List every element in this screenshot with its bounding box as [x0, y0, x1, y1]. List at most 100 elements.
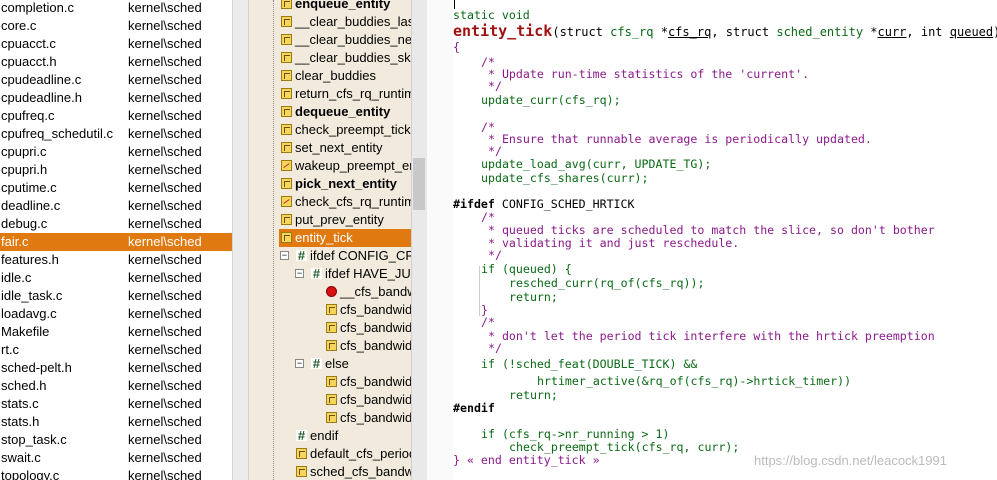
- symbol-item[interactable]: wakeup_preempt_entity: [279, 157, 412, 175]
- symbol-item[interactable]: dequeue_entity: [279, 103, 412, 121]
- file-row[interactable]: cpufreq.c kernel\sched: [0, 107, 232, 125]
- function-icon: [281, 0, 292, 9]
- file-row[interactable]: cpufreq_schedutil.c kernel\sched: [0, 125, 232, 143]
- symbol-item[interactable]: put_prev_entity: [279, 211, 412, 229]
- file-name: sched-pelt.h: [1, 360, 72, 375]
- file-row[interactable]: stats.c kernel\sched: [0, 395, 232, 413]
- code-line: if (!sched_feat(DOUBLE_TICK) &&: [481, 357, 698, 371]
- file-row[interactable]: core.c kernel\sched: [0, 17, 232, 35]
- function-icon: [281, 70, 292, 81]
- symbol-item[interactable]: − # else: [295, 355, 412, 373]
- file-row[interactable]: idle_task.c kernel\sched: [0, 287, 232, 305]
- file-row[interactable]: stats.h kernel\sched: [0, 413, 232, 431]
- symbol-tree-scrollbar[interactable]: [411, 0, 428, 480]
- symbol-item[interactable]: entity_tick: [279, 229, 412, 247]
- symbol-item[interactable]: __clear_buddies_last: [279, 13, 412, 31]
- code-comment: /*: [481, 210, 495, 224]
- file-row[interactable]: Makefile kernel\sched: [0, 323, 232, 341]
- symbol-item[interactable]: check_cfs_rq_runtime: [279, 193, 412, 211]
- code-line: if (cfs_rq->nr_running > 1): [481, 427, 670, 441]
- symbol-item[interactable]: return_cfs_rq_runtime: [279, 85, 412, 103]
- file-path: kernel\sched: [128, 432, 202, 447]
- symbol-item[interactable]: cfs_bandwidth_used: [324, 337, 412, 355]
- sig-param: cfs_rq: [667, 25, 712, 39]
- symbol-label: enqueue_entity: [295, 0, 391, 11]
- symbol-item[interactable]: # endif: [294, 427, 412, 445]
- file-row[interactable]: cpudeadline.h kernel\sched: [0, 89, 232, 107]
- file-row[interactable]: stop_task.c kernel\sched: [0, 431, 232, 449]
- end-function-comment: « end entity_tick »: [459, 453, 600, 467]
- file-name: topology.c: [1, 468, 60, 480]
- symbol-tree-scroll-thumb[interactable]: [413, 158, 425, 210]
- symbol-item[interactable]: default_cfs_period: [294, 445, 412, 463]
- file-name: stats.c: [1, 396, 39, 411]
- file-path: kernel\sched: [128, 306, 202, 321]
- symbol-item[interactable]: enqueue_entity: [279, 0, 412, 13]
- file-name: debug.c: [1, 216, 48, 231]
- function-name[interactable]: entity_tick: [453, 22, 552, 40]
- file-row[interactable]: cputime.c kernel\sched: [0, 179, 232, 197]
- file-name: cpuacct.h: [1, 54, 57, 69]
- file-row[interactable]: idle.c kernel\sched: [0, 269, 232, 287]
- symbol-label: put_prev_entity: [295, 212, 384, 227]
- file-name: deadline.c: [1, 198, 61, 213]
- symbol-item[interactable]: __clear_buddies_skip: [279, 49, 412, 67]
- file-list-scrollbar[interactable]: [232, 0, 249, 480]
- file-list-pane[interactable]: completion.c kernel\sched core.c kernel\sch…: [0, 0, 232, 480]
- sig-type: sched_entity: [776, 25, 864, 39]
- file-row[interactable]: cpudeadline.c kernel\sched: [0, 71, 232, 89]
- symbol-item[interactable]: sched_cfs_bandwidth_slice: [294, 463, 412, 480]
- file-path: kernel\sched: [128, 18, 202, 33]
- file-row[interactable]: rt.c kernel\sched: [0, 341, 232, 359]
- file-row[interactable]: topology.c kernel\sched: [0, 467, 232, 480]
- code-editor[interactable]: static void entity_tick(struct cfs_rq *c…: [453, 0, 997, 480]
- file-name: completion.c: [1, 0, 74, 15]
- symbol-tree-pane[interactable]: enqueue_entity __clear_buddies_last __clea…: [248, 0, 412, 480]
- file-row[interactable]: sched-pelt.h kernel\sched: [0, 359, 232, 377]
- symbol-item[interactable]: __cfs_bandwidth_used: [324, 283, 412, 301]
- close-brace: }: [453, 453, 460, 467]
- file-path: kernel\sched: [128, 126, 202, 141]
- file-row[interactable]: deadline.c kernel\sched: [0, 197, 232, 215]
- file-row[interactable]: cpupri.c kernel\sched: [0, 143, 232, 161]
- file-row[interactable]: cpupri.h kernel\sched: [0, 161, 232, 179]
- file-row[interactable]: loadavg.c kernel\sched: [0, 305, 232, 323]
- file-path: kernel\sched: [128, 324, 202, 339]
- file-row[interactable]: sched.h kernel\sched: [0, 377, 232, 395]
- symbol-item[interactable]: clear_buddies: [279, 67, 412, 85]
- symbol-item[interactable]: cfs_bandwidth_usage_dec: [324, 319, 412, 337]
- symbol-item[interactable]: cfs_bandwidth_usage_dec: [324, 409, 412, 427]
- file-name: cpufreq_schedutil.c: [1, 126, 114, 141]
- file-path: kernel\sched: [128, 72, 202, 87]
- symbol-item[interactable]: −#ifdef CONFIG_CFS_BANDWIDTH: [280, 247, 412, 265]
- file-row[interactable]: cpuacct.c kernel\sched: [0, 35, 232, 53]
- file-name: cpudeadline.c: [1, 72, 82, 87]
- file-name: stats.h: [1, 414, 40, 429]
- collapse-toggle-icon[interactable]: −: [280, 251, 289, 260]
- symbol-item[interactable]: pick_next_entity: [279, 175, 412, 193]
- function-icon: [281, 34, 292, 45]
- file-name: idle.c: [1, 270, 32, 285]
- file-row[interactable]: cpuacct.h kernel\sched: [0, 53, 232, 71]
- file-name: core.c: [1, 18, 37, 33]
- function-prototype-icon: [281, 160, 292, 171]
- file-row[interactable]: completion.c kernel\sched: [0, 0, 232, 17]
- function-icon: [281, 52, 292, 63]
- symbol-item[interactable]: cfs_bandwidth_used: [324, 373, 412, 391]
- file-row[interactable]: debug.c kernel\sched: [0, 215, 232, 233]
- symbol-item[interactable]: set_next_entity: [279, 139, 412, 157]
- symbol-item[interactable]: −#ifdef HAVE_JUMP_LABEL: [295, 265, 412, 283]
- file-row[interactable]: swait.c kernel\sched: [0, 449, 232, 467]
- file-row[interactable]: features.h kernel\sched: [0, 251, 232, 269]
- symbol-item[interactable]: cfs_bandwidth_usage_inc: [324, 391, 412, 409]
- file-path: kernel\sched: [128, 414, 202, 429]
- code-line: return;: [509, 290, 558, 304]
- collapse-toggle-icon[interactable]: −: [295, 359, 304, 368]
- symbol-item[interactable]: cfs_bandwidth_usage_inc: [324, 301, 412, 319]
- collapse-toggle-icon[interactable]: −: [295, 269, 304, 278]
- symbol-item[interactable]: check_preempt_tick: [279, 121, 412, 139]
- code-comment: */: [481, 79, 502, 93]
- code-comment: * queued ticks are scheduled to match th…: [481, 223, 935, 237]
- file-row[interactable]: fair.c kernel\sched: [0, 233, 232, 251]
- symbol-item[interactable]: __clear_buddies_next: [279, 31, 412, 49]
